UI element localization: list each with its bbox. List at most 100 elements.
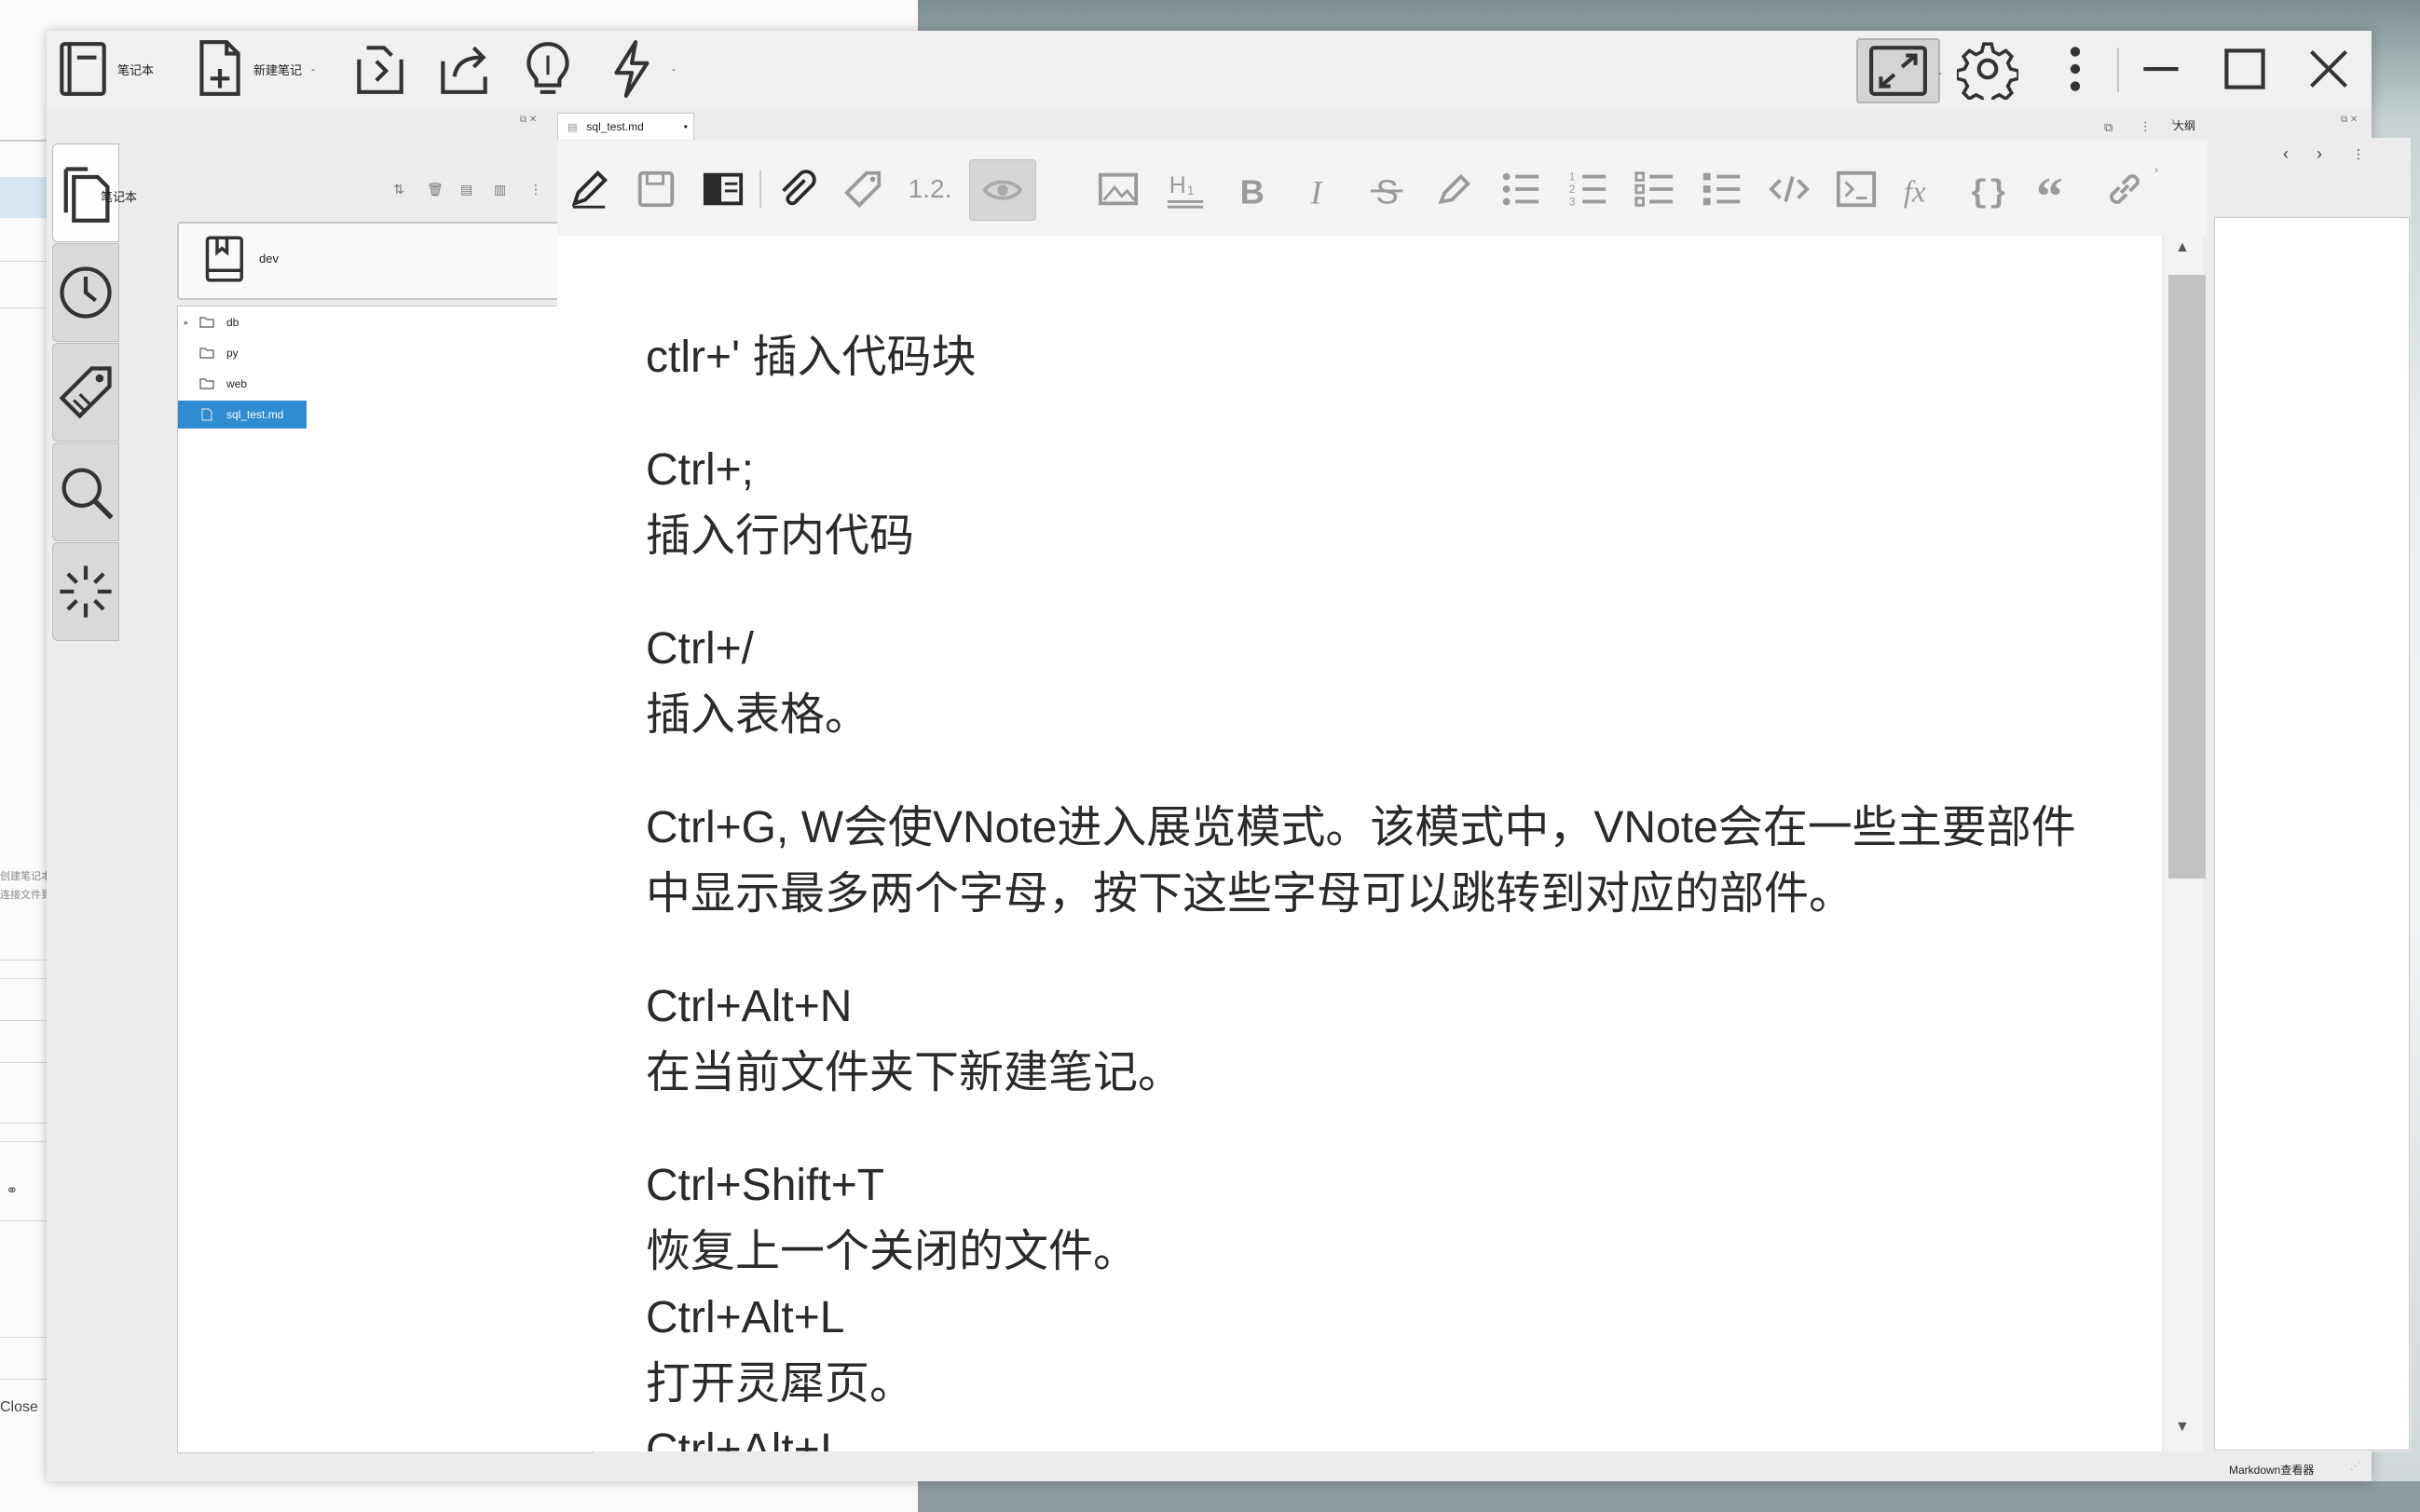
pencil-icon <box>571 170 608 209</box>
close-button[interactable] <box>2298 38 2359 100</box>
flash-icon <box>614 40 649 98</box>
bold-button[interactable]: B <box>1224 161 1280 217</box>
bg-close-button[interactable]: Close <box>0 1399 38 1416</box>
toolbar-overflow-icon[interactable]: › <box>2154 163 2158 176</box>
maximize-button[interactable] <box>2214 38 2276 100</box>
tree-item-db[interactable]: ▸ db <box>178 308 239 336</box>
highlight-button[interactable] <box>1426 161 1482 217</box>
settings-button[interactable] <box>1957 38 2018 100</box>
todo-list-button[interactable] <box>1627 161 1683 217</box>
panel-float-icon[interactable]: ⧉ ✕ <box>520 115 537 125</box>
tree-item-web[interactable]: web <box>178 370 247 398</box>
image-icon <box>1098 172 1139 206</box>
toolbar-divider <box>2117 48 2119 92</box>
save-button[interactable] <box>628 161 684 217</box>
flash-dropdown[interactable]: - <box>672 62 676 75</box>
tree-item-label: sql_test.md <box>226 408 284 421</box>
scrollbar-thumb[interactable] <box>2168 275 2206 879</box>
import-button[interactable] <box>349 38 411 100</box>
notebook-book-icon <box>205 236 243 282</box>
current-notebook-name: dev <box>259 252 279 266</box>
read-view-icon <box>703 172 744 206</box>
outline-more-icon[interactable]: ⋮ <box>2352 146 2365 162</box>
tab-more-icon[interactable]: ⋮ <box>2140 119 2152 134</box>
panel-more-icon[interactable]: ⋮ <box>529 182 542 198</box>
strikethrough-button[interactable]: S <box>1359 161 1415 217</box>
history-icon <box>60 266 112 319</box>
minimize-button[interactable] <box>2130 38 2192 100</box>
note-info-icon[interactable]: ▤ <box>460 182 472 198</box>
new-note-dropdown[interactable]: - <box>311 62 315 75</box>
manage-icon[interactable]: ▥ <box>494 182 506 198</box>
vnote-window: 笔记本 新建笔记 - - - ⧉ ✕ 笔记本 ⇅ 🗑 ▤ ▥ ⋮ dev ▸ d… <box>47 31 2411 1481</box>
heading-button[interactable]: H1 <box>1157 161 1213 217</box>
unordered-list-button[interactable] <box>1493 161 1549 217</box>
insert-image-button[interactable] <box>1090 161 1146 217</box>
section-number-button[interactable]: 1.2. <box>902 161 958 217</box>
scroll-up-arrow-icon[interactable]: ▲ <box>2175 239 2190 256</box>
tab-file-icon: ▤ <box>567 121 578 133</box>
sort-icon[interactable]: ⇅ <box>393 182 404 198</box>
code-block-button[interactable] <box>1828 161 1884 217</box>
new-note-button[interactable]: 新建笔记 - <box>188 38 315 100</box>
notebook-selector[interactable]: dev - <box>177 222 596 300</box>
doc-line: Ctrl+Alt+L <box>646 1293 845 1342</box>
more-button[interactable] <box>2044 38 2106 100</box>
link-button[interactable] <box>2097 161 2153 217</box>
bg-selected-row <box>0 177 48 218</box>
outline-next-icon[interactable]: › <box>2317 144 2322 164</box>
resize-grip-icon[interactable]: ⋰ <box>2350 1460 2360 1472</box>
tab-tags[interactable] <box>52 343 119 442</box>
fullscreen-button[interactable] <box>1856 38 1940 103</box>
notebook-button[interactable]: 笔记本 <box>52 38 154 100</box>
outline-float-icon[interactable]: ⧉ ✕ <box>2341 115 2358 125</box>
doc-line: 插入行内代码 <box>646 511 915 561</box>
notebook-icon <box>60 42 106 96</box>
checked-list-icon <box>1702 172 1741 206</box>
inline-code-button[interactable] <box>1761 161 1817 217</box>
edit-mode-button[interactable] <box>561 161 617 217</box>
tab-float-icon[interactable]: ⧉ <box>2104 120 2112 135</box>
view-mode-button[interactable] <box>695 161 751 217</box>
terminal-icon <box>1836 170 1877 208</box>
document-content: ctlr+' 插入代码块 Ctrl+; 插入行内代码 Ctrl+/ 插入表格。 … <box>646 324 2118 1451</box>
flash-button[interactable]: - <box>601 38 676 100</box>
main-toolbar: 笔记本 新建笔记 - - - <box>47 31 2372 107</box>
notebook-label: 笔记本 <box>117 62 155 77</box>
tab-snippets[interactable] <box>52 542 119 641</box>
code-icon <box>1769 176 1810 202</box>
ordered-list-button[interactable]: 123 <box>1560 161 1616 217</box>
svg-text:B: B <box>1240 172 1265 211</box>
bold-icon: B <box>1240 172 1265 211</box>
strikethrough-icon: S <box>1370 172 1403 211</box>
tag-button[interactable] <box>835 161 891 217</box>
tips-button[interactable] <box>517 38 579 100</box>
quote-button[interactable]: “ <box>2030 161 2085 217</box>
expand-arrow-icon[interactable]: ▸ <box>178 318 195 328</box>
math-button[interactable]: fx <box>1895 161 1951 217</box>
tab-search[interactable] <box>52 443 119 541</box>
delete-icon[interactable]: 🗑 <box>427 182 444 198</box>
tab-history[interactable] <box>52 243 119 342</box>
svg-text:1: 1 <box>1569 171 1575 183</box>
bg-hint-1: 创建笔记本 <box>0 871 51 882</box>
code-braces-button[interactable]: {} <box>1962 161 2018 217</box>
close-icon <box>2309 49 2348 89</box>
maximize-icon <box>2224 48 2265 89</box>
status-bar: Markdown查看器 ⋰ <box>47 1454 2372 1481</box>
preview-toggle-button[interactable] <box>969 159 1036 221</box>
gear-icon <box>1957 42 2018 100</box>
tree-item-py[interactable]: py <box>178 339 239 367</box>
italic-button[interactable]: I <box>1292 161 1347 217</box>
scroll-down-arrow-icon[interactable]: ▼ <box>2175 1419 2190 1436</box>
formula-icon: fx <box>1904 175 1926 209</box>
tab-sql-test[interactable]: ▤ sql_test.md • <box>557 113 694 140</box>
export-button[interactable] <box>433 38 495 100</box>
fullscreen-dropdown[interactable]: - <box>1938 66 1942 79</box>
attachment-button[interactable] <box>768 161 824 217</box>
outline-prev-icon[interactable]: ‹ <box>2283 144 2289 164</box>
eye-icon <box>982 180 1023 200</box>
tree-item-sql-test[interactable]: sql_test.md <box>178 401 307 429</box>
checked-todo-button[interactable] <box>1694 161 1750 217</box>
export-icon <box>441 46 487 94</box>
